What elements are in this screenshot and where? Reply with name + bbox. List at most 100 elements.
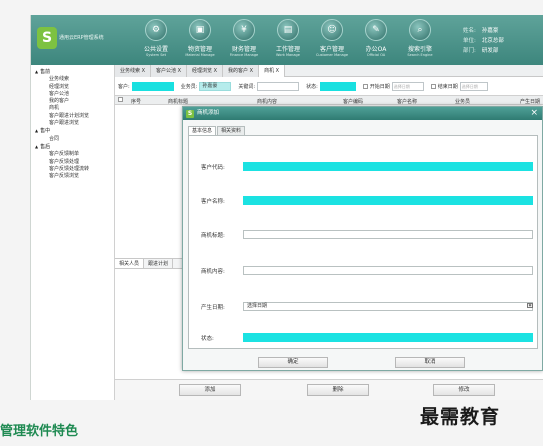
caret-down-icon: ▲ [35,128,39,134]
select-all-checkbox[interactable] [118,97,123,102]
column-header[interactable]: 业务员 [455,98,470,105]
app-header: S 通用云ERP管理系统 ⚙ 公共设置 System Set ▣ 物资管理 Materia… [31,15,543,65]
customer-filter-label: 客户: [118,83,130,90]
tab-4[interactable]: 商机 X [259,65,286,77]
sidebar-item[interactable]: 商机 [35,105,114,112]
field-input[interactable] [243,196,533,205]
nav-item[interactable]: ⚙ 公共设置 System Set [134,19,178,63]
user-unit: 北京总部 [481,38,504,44]
add-button[interactable]: 添加 [179,384,241,396]
field-input[interactable]: 选择日期 [243,302,533,311]
nav-item[interactable]: ▤ 工作管理 Work Manage [266,19,310,63]
sidebar-item[interactable]: 业务线索 [35,76,114,83]
tree-group-label: 售中 [40,128,51,135]
end-date-checkbox[interactable] [430,83,436,89]
nav-item[interactable]: ¥ 财务管理 Finance Manage [222,19,266,63]
field-input[interactable] [243,162,533,171]
field-input[interactable] [243,266,533,275]
dialog-title: 商机添加 [197,110,220,116]
customer-filter-input[interactable] [131,81,174,91]
nav-item-sublabel: Work Manage [276,53,300,57]
column-header[interactable]: 序号 [131,98,141,105]
column-header[interactable]: 客户编码 [343,98,363,105]
form-row: 商机标题: [201,230,535,240]
field-input[interactable] [243,230,533,239]
column-header[interactable]: 商机标题 [168,98,188,105]
dialog-form: 客户代码: 客户名称: 商机标题: 商机内容: 产生日期: 选择日期 ▦ 状态: [188,135,538,349]
sidebar-item[interactable]: 客户反馈浏览 [35,173,114,180]
keyword-filter-input[interactable] [257,81,300,91]
delete-button[interactable]: 删除 [307,384,369,396]
end-date-input[interactable]: 选择日期 [459,81,488,91]
cancel-button[interactable]: 取消 [395,357,465,368]
status-filter-label: 状态: [306,83,318,90]
tab-2[interactable]: 经理浏览 X [187,65,224,77]
add-opportunity-dialog: S 商机添加 × 基本信息 相关资料 客户代码: 客户名称: 商机标题: 商机内容: 产… [182,106,543,371]
nav-item-label: 公共设置 [143,46,168,53]
bottom-toolbar: 添加 删除 修改 [115,379,543,400]
user-unit-label: 单位: [463,38,476,44]
field-label: 商机标题: [201,233,225,239]
form-row: 客户名称: [201,196,535,206]
field-label: 商机内容: [201,269,225,275]
column-header[interactable]: 客户名称 [397,98,417,105]
tab-1[interactable]: 客户公池 X [151,65,188,77]
tab-follow-up-plan[interactable]: 跟进计划 [144,259,174,268]
form-row: 客户代码: [201,162,535,172]
user-dept: 研发部 [481,48,499,54]
tab-3[interactable]: 我的客户 X [223,65,260,77]
dialog-tabs: 基本信息 相关资料 [188,126,246,135]
sidebar-item[interactable]: 合同 [35,136,114,143]
tab-related-files[interactable]: 相关资料 [217,126,246,135]
edit-button[interactable]: 修改 [433,384,495,396]
tab-related-people[interactable]: 相关人员 [115,259,145,268]
filter-bar: 客户: 业务员: 孙嘉豪 关键词: 状态: 开始日期 选择日期 结束日期 选择日… [115,79,543,93]
sidebar-item[interactable]: 客户反馈处理 [35,159,114,166]
nav-item[interactable]: ⌕ 搜索引擎 Search Engine [398,19,442,63]
nav-item-label: 客户管理 [319,46,344,53]
ok-button[interactable]: 确定 [258,357,328,368]
sidebar-item[interactable]: 客户跟进浏览 [35,120,114,127]
watermark: 最需教育 [420,406,501,428]
caret-down-icon: ▲ [35,143,39,149]
sidebar-item[interactable]: 经理浏览 [35,84,114,91]
nav-item[interactable]: ☺ 客户管理 Customer Manage [310,19,354,63]
user-name: 孙嘉豪 [481,28,499,34]
status-filter-input[interactable] [319,81,356,91]
column-header[interactable]: 商机内容 [257,98,277,105]
dialog-titlebar: S 商机添加 [183,107,542,120]
start-date-checkbox[interactable] [362,83,368,89]
sidebar-item[interactable]: 客户反馈制单 [35,151,114,158]
start-date-input[interactable]: 选择日期 [391,81,424,91]
nav-item-label: 办公OA [365,46,387,53]
sidebar-item[interactable]: 我的客户 [35,98,114,105]
field-label: 客户名称: [201,199,225,205]
column-header[interactable]: 产生日期 [520,98,540,105]
tree-group[interactable]: ▲ 售中 [35,127,114,135]
tree-group-label: 售后 [40,143,51,150]
field-input[interactable] [243,333,533,342]
nav-item[interactable]: ✎ 办公OA Official OA [354,19,398,63]
nav-item[interactable]: ▣ 物资管理 Material Manage [178,19,222,63]
search-icon: ⌕ [409,19,431,41]
sidebar-item[interactable]: 客户公池 [35,91,114,98]
field-label: 产生日期: [201,305,225,311]
form-row: 商机内容: [201,266,535,276]
logo-icon: S [37,27,57,49]
caption-heading: 管理软件特色 [0,424,79,439]
tab-0[interactable]: 业务线索 X [115,65,152,77]
tree-group[interactable]: ▲ 售前 [35,68,114,76]
field-label: 客户代码: [201,165,225,171]
tab-basic-info[interactable]: 基本信息 [188,126,217,135]
salesperson-filter-select[interactable]: 孙嘉豪 [199,81,232,91]
calendar-icon[interactable]: ▦ [527,303,533,308]
sidebar-item[interactable]: 客户跟进计划浏览 [35,113,114,120]
nav-item-label: 财务管理 [231,46,256,53]
app-name: 通用云ERP管理系统 [59,35,104,41]
nav-item-sublabel: Material Manage [185,53,215,57]
close-icon[interactable]: × [530,108,538,119]
form-row: 产生日期: 选择日期 ▦ [201,302,535,312]
nav-item-sublabel: System Set [146,53,166,57]
nav-item-sublabel: Finance Manage [229,53,259,57]
start-date-label: 开始日期 [369,83,390,90]
